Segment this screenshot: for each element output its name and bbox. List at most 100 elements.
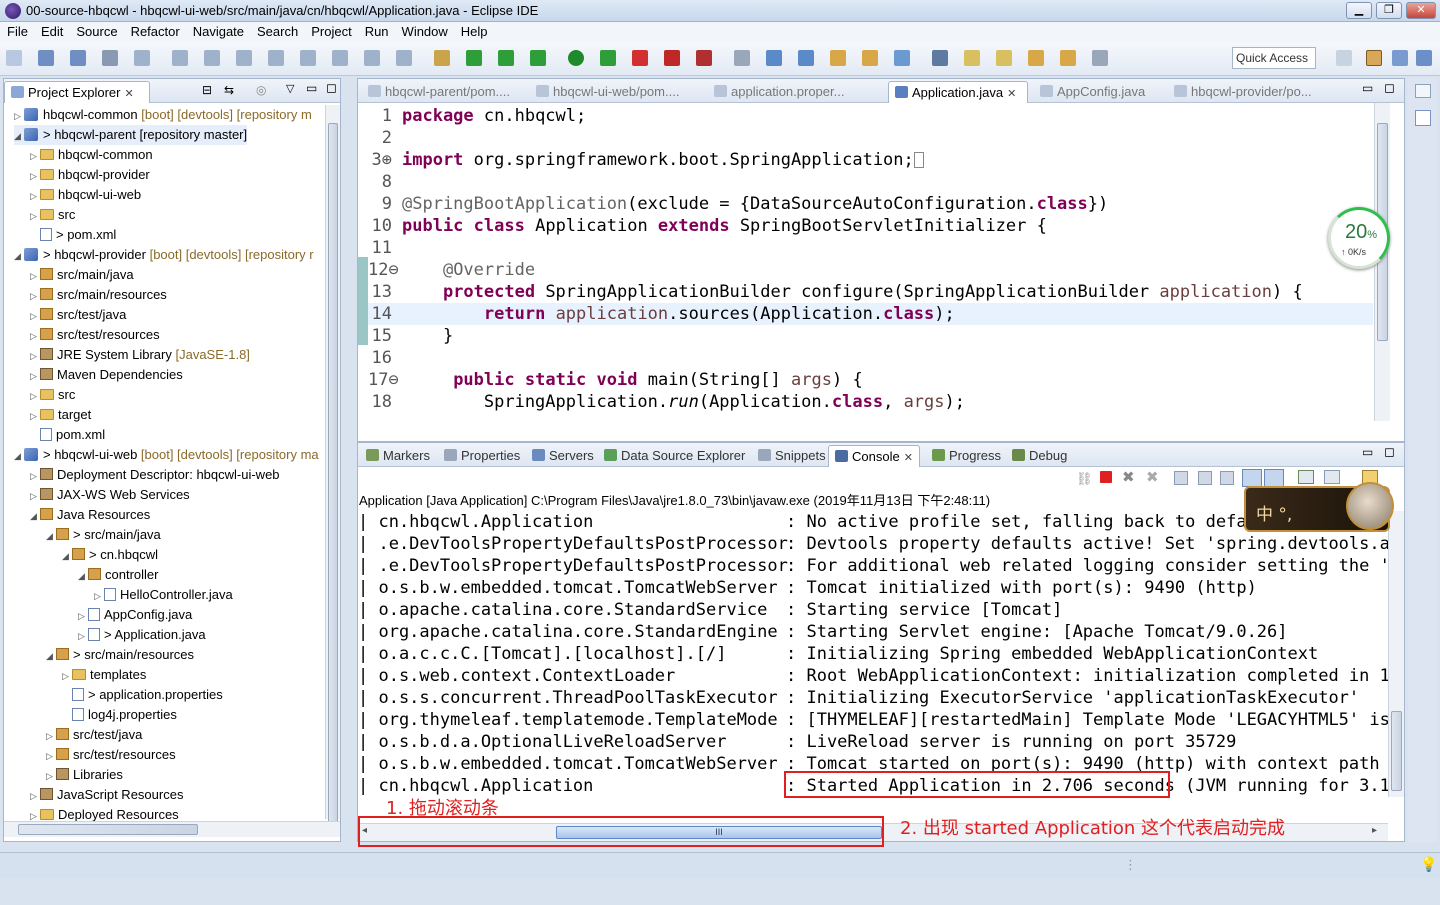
collapsed-arrow-icon[interactable]: ▷ [30,186,40,206]
tab-debug[interactable]: Debug [1006,445,1073,467]
menu-run[interactable]: Run [358,22,395,39]
use-step-filters-icon[interactable] [396,50,412,66]
debug-perspective-icon[interactable] [1416,50,1432,66]
scroll-right-arrow-icon[interactable]: ▸ [1372,825,1377,836]
code-line[interactable]: 2 [358,127,1373,149]
link-editor-icon[interactable]: ⇆ [224,83,234,97]
tab-servers[interactable]: Servers [526,445,600,467]
clear-console-icon[interactable] [1174,471,1188,485]
collapsed-arrow-icon[interactable]: ▷ [30,406,40,426]
java-ee-perspective-icon[interactable] [1366,50,1382,66]
collapsed-arrow-icon[interactable]: ▷ [30,306,40,326]
new-class-icon[interactable] [798,50,814,66]
run-last-icon[interactable] [134,50,150,66]
maximize-view-icon[interactable]: ◻ [326,80,337,96]
tree-scroll-thumb[interactable] [328,123,338,823]
collapse-all-icon[interactable]: ⊟ [202,83,212,97]
close-tab-icon[interactable]: ✕ [904,452,913,464]
tree-item[interactable]: ▷ Maven Dependencies [30,365,183,385]
code-line[interactable]: 15 } [358,325,1373,347]
tree-item[interactable]: ◢ controller [78,565,158,585]
tree-item[interactable]: ◢ > hbqcwl-ui-web [boot] [devtools] [repo… [14,445,319,465]
tree-item[interactable]: ▷ src/test/java [30,305,126,325]
menu-help[interactable]: Help [454,22,494,39]
tree-item[interactable]: ▷ hbqcwl-ui-web [30,185,141,205]
java-perspective-icon[interactable] [1392,50,1408,66]
tree-item[interactable]: ◢ > cn.hbqcwl [62,545,158,565]
collapsed-arrow-icon[interactable]: ▷ [30,166,40,186]
collapsed-arrow-icon[interactable]: ▷ [30,346,40,366]
show-console-stderr-icon[interactable] [1264,469,1284,487]
tree-item[interactable]: ▷ Libraries [46,765,123,785]
tree-item[interactable]: pom.xml [30,425,105,445]
collapsed-arrow-icon[interactable]: ▷ [62,666,72,686]
code-line[interactable]: 8 [358,171,1373,193]
tree-item[interactable]: > pom.xml [30,225,116,245]
save-icon[interactable] [38,50,54,66]
tree-item[interactable]: ▷ src/test/resources [30,325,160,345]
back-icon[interactable] [1028,50,1044,66]
menu-window[interactable]: Window [395,22,454,39]
new-icon[interactable] [6,50,22,66]
quick-access-field[interactable]: Quick Access [1232,47,1316,69]
tree-item[interactable]: ◢ > hbqcwl-parent [repository master] [14,125,248,146]
expanded-arrow-icon[interactable]: ◢ [14,126,24,146]
tab-data-source-explorer[interactable]: Data Source Explorer [598,445,751,467]
collapsed-arrow-icon[interactable]: ▷ [94,586,104,606]
code-line[interactable]: 10 public class Application extends Sprin… [358,215,1373,237]
tree-item[interactable]: log4j.properties [62,705,177,725]
pin-icon[interactable] [1092,50,1108,66]
terminate-icon[interactable] [1100,471,1112,483]
collapsed-arrow-icon[interactable]: ▷ [78,606,88,626]
tree-item[interactable]: ◢ > src/main/resources [46,645,194,665]
globe-icon[interactable] [894,50,910,66]
tree-item[interactable]: ▷ JavaScript Resources [30,785,183,805]
tree-item[interactable]: ▷ hbqcwl-common [30,145,153,165]
menu-search[interactable]: Search [250,22,304,39]
expanded-arrow-icon[interactable]: ◢ [46,646,56,666]
remove-launch-icon[interactable]: ✖ [1122,468,1135,486]
debug-bug-icon[interactable] [204,50,220,66]
new-server-icon[interactable] [734,50,750,66]
prev-annotation-icon[interactable] [996,50,1012,66]
collapsed-arrow-icon[interactable]: ▷ [14,106,24,126]
code-line[interactable]: 1 package cn.hbqcwl; [358,105,1373,127]
collapsed-arrow-icon[interactable]: ▷ [30,146,40,166]
collapsed-arrow-icon[interactable]: ▷ [30,206,40,226]
collapsed-arrow-icon[interactable]: ▷ [30,466,40,486]
code-editor[interactable]: 1 package cn.hbqcwl; 2 3⊕ import org.springf… [358,103,1388,421]
tab-console[interactable]: Console ✕ [828,445,920,467]
open-task-icon[interactable] [862,50,878,66]
disconnect-icon[interactable]: ⛓ [1076,471,1093,487]
editor-tab[interactable]: hbqcwl-parent/pom.... [362,81,528,103]
editor-tab[interactable]: Application.java ✕ [888,81,1028,103]
tree-item[interactable]: ▷ src [30,205,75,225]
tree-item[interactable]: ▷ AppConfig.java [78,605,192,625]
debug-icon[interactable] [632,50,648,66]
collapsed-arrow-icon[interactable]: ▷ [30,386,40,406]
minimize-editor-icon[interactable]: ▭ [1362,81,1373,95]
coverage-icon[interactable] [600,50,616,66]
close-icon[interactable]: ✕ [124,88,133,100]
annotation-icon[interactable] [932,50,948,66]
tree-item[interactable]: ▷ src/main/resources [30,285,167,305]
collapsed-arrow-icon[interactable]: ▷ [30,786,40,806]
refactor-icon[interactable] [434,50,450,66]
collapsed-arrow-icon[interactable]: ▷ [78,626,88,646]
tab-progress[interactable]: Progress [926,445,1007,467]
run-icon[interactable] [568,50,584,66]
code-line[interactable]: 13 protected SpringApplicationBuilder co… [358,281,1373,303]
spring-icon[interactable] [466,50,482,66]
menu-edit[interactable]: Edit [34,22,69,39]
expanded-arrow-icon[interactable]: ◢ [14,446,24,466]
tree-item[interactable]: ◢ Java Resources [30,505,150,525]
filter-icon[interactable]: ◎ [256,83,266,97]
tree-item[interactable]: ▷ hbqcwl-common [boot] [devtools] [reposi… [14,105,312,125]
tab-snippets[interactable]: Snippets [752,445,832,467]
restore-trim-icon[interactable] [1415,84,1431,98]
tab-properties[interactable]: Properties [438,445,526,467]
tree-item[interactable]: ▷ src/test/java [46,725,142,745]
show-console-stdout-icon[interactable] [1242,469,1262,487]
menu-file[interactable]: File [0,22,34,39]
code-line[interactable]: 9 @SpringBootApplication(exclude = {DataS… [358,193,1373,215]
